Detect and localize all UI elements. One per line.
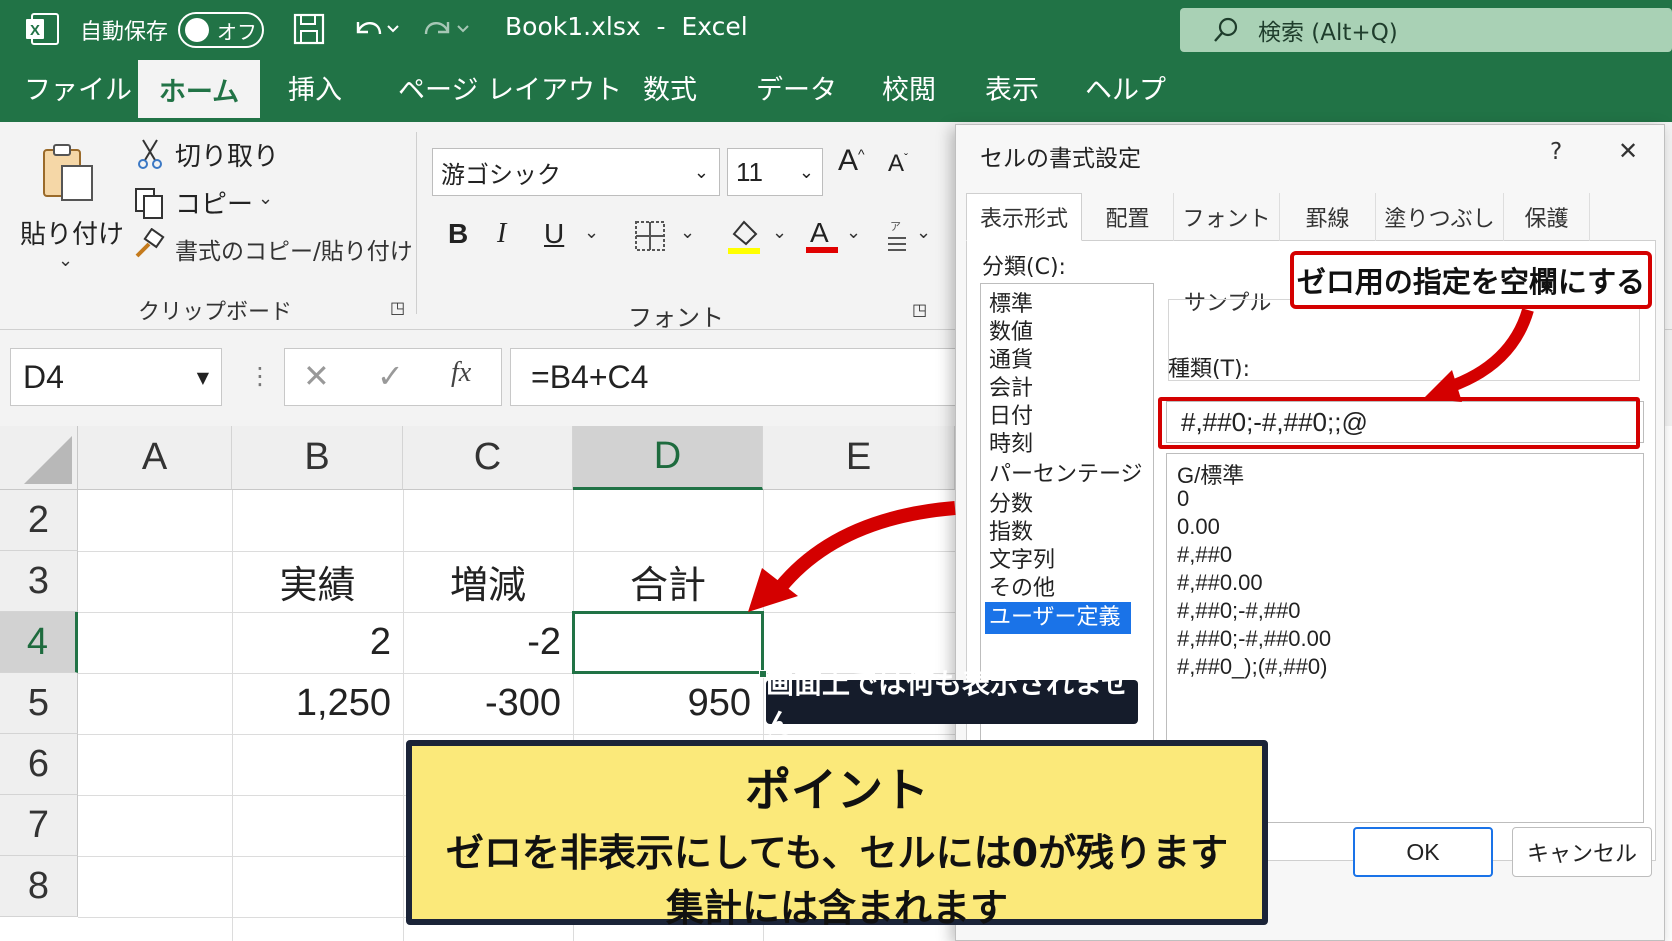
display-note-label: 画面上では何も表示されません (766, 667, 1138, 740)
point-line-2: 集計には含まれます (665, 886, 1008, 930)
arrow-head-type-field (1424, 370, 1462, 402)
point-title: ポイント (745, 763, 929, 817)
point-callout: ポイント ゼロを非表示にしても、セルには0が残ります 集計には含まれます (406, 740, 1268, 930)
point-line-1: ゼロを非表示にしても、セルには0が残ります (445, 831, 1229, 875)
arrow-to-cell-d4 (774, 501, 956, 593)
